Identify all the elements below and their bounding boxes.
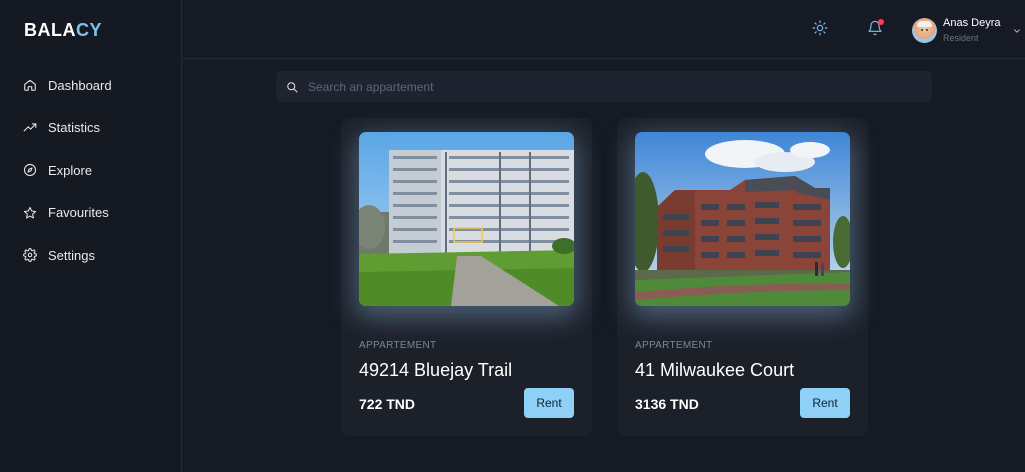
sidebar: BALACY Dashboard Statistics Explore Favo… [0,0,182,472]
bell-icon [867,20,883,40]
sidebar-item-statistics[interactable]: Statistics [0,107,182,150]
brand-logo[interactable]: BALACY [24,20,102,41]
sidebar-item-settings[interactable]: Settings [0,234,182,277]
listing-card[interactable]: APPARTEMENT 41 Milwaukee Court 3136 TND … [617,118,868,436]
notification-dot [878,19,884,25]
trending-up-icon [23,121,37,135]
rent-button[interactable]: Rent [524,388,574,418]
sidebar-item-favourites[interactable]: Favourites [0,192,182,235]
compass-icon [23,163,37,177]
star-icon [23,206,37,220]
sidebar-item-label: Explore [48,162,93,178]
user-name: Anas Deyra [943,16,1001,29]
chevron-down-icon[interactable] [1012,23,1022,33]
search-icon [286,81,298,93]
sidebar-item-label: Dashboard [48,77,112,93]
user-role: Resident [943,33,979,44]
rent-button[interactable]: Rent [800,388,850,418]
sidebar-item-label: Favourites [48,205,109,221]
search-input[interactable] [308,79,908,94]
listing-photo[interactable] [635,132,850,306]
sidebar-item-label: Settings [48,247,95,263]
listing-title: 49214 Bluejay Trail [359,360,513,380]
user-menu[interactable]: Anas Deyra Resident [912,14,1022,46]
sun-icon [812,20,828,40]
theme-toggle-button[interactable] [812,20,830,38]
sidebar-item-label: Statistics [48,120,101,136]
listing-price: 722 TND [359,396,416,412]
listing-title: 41 Milwaukee Court [635,360,795,380]
gear-icon [23,248,37,263]
brand-prefix: BALA [24,20,76,40]
top-header: Anas Deyra Resident [182,0,1025,59]
user-info: Anas Deyra Resident [943,17,1000,44]
avatar [912,17,937,43]
search-bar[interactable] [276,71,932,102]
listing-price: 3136 TND [635,396,699,412]
app-root: BALACY Dashboard Statistics Explore Favo… [0,0,1025,472]
listing-card[interactable]: APPARTEMENT 49214 Bluejay Trail 722 TND … [341,118,592,436]
sidebar-item-explore[interactable]: Explore [0,149,182,192]
listing-photo[interactable] [359,132,574,306]
sidebar-nav: Dashboard Statistics Explore Favourites … [0,64,182,277]
sidebar-item-dashboard[interactable]: Dashboard [0,64,182,107]
home-icon [23,78,37,92]
listing-type: APPARTEMENT [359,340,437,351]
brand-accent: CY [76,20,103,40]
notifications-button[interactable] [867,19,885,40]
listing-type: APPARTEMENT [635,340,713,351]
